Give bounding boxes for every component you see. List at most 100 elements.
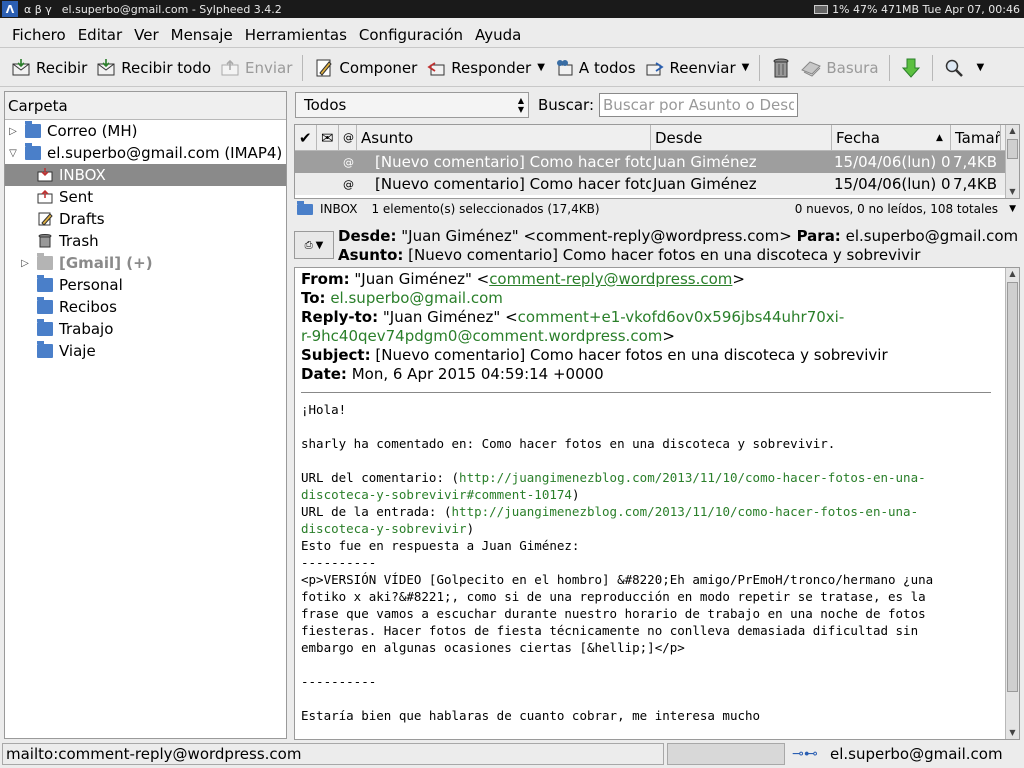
folder-icon <box>37 253 53 270</box>
folder-tree: Carpeta ▷ Correo (MH) ▽ el.superbo@gmail… <box>4 91 287 739</box>
app-logo-icon[interactable]: Λ <box>2 1 18 17</box>
scroll-up-icon[interactable]: ▲ <box>1006 125 1019 137</box>
menu-ayuda[interactable]: Ayuda <box>469 26 527 44</box>
folder-gmail-labels[interactable]: ▷ [Gmail] (+) <box>5 252 286 274</box>
column-mark[interactable]: ✔ <box>295 125 317 150</box>
envelope-icon: ✉ <box>321 128 334 147</box>
attachment-menu-button[interactable]: ⎙ ▼ <box>294 231 334 259</box>
scroll-up-icon[interactable]: ▲ <box>1006 268 1019 280</box>
system-status: 1% 47% 471MB Tue Apr 07, 00:46 <box>832 2 1020 16</box>
scroll-down-icon[interactable]: ▼ <box>1006 727 1019 739</box>
commented-line: sharly ha comentado en: Como hacer fotos… <box>301 436 836 451</box>
selection-info: 1 elemento(s) seleccionados (17,4KB) <box>371 202 600 216</box>
folder-gmail-account[interactable]: ▽ el.superbo@gmail.com (IMAP4) <box>5 142 286 164</box>
url-entry-link[interactable]: http://juangimenezblog.com/2013/11/10/co… <box>452 504 919 519</box>
dash-separator: ---------- <box>301 674 377 689</box>
trash-can-icon <box>770 57 792 79</box>
menu-editar[interactable]: Editar <box>72 26 128 44</box>
menu-mensaje[interactable]: Mensaje <box>165 26 239 44</box>
message-row[interactable]: @ [Nuevo comentario] Como hacer fotos en… <box>295 173 1019 195</box>
date-value: Mon, 6 Apr 2015 04:59:14 +0000 <box>351 365 604 383</box>
search-button[interactable]: ▼ <box>939 52 989 84</box>
to-value[interactable]: el.superbo@gmail.com <box>330 289 503 307</box>
folder-label: Recibos <box>59 298 117 316</box>
folder-label: INBOX <box>59 166 106 184</box>
receive-all-button[interactable]: Recibir todo <box>91 52 215 84</box>
chevron-down-icon[interactable]: ▼ <box>1009 204 1016 214</box>
folder-icon <box>25 143 41 160</box>
compose-button[interactable]: Componer <box>309 52 421 84</box>
scroll-down-icon[interactable]: ▼ <box>1006 186 1019 198</box>
toolbar: Recibir Recibir todo Enviar Componer Res… <box>0 49 1024 87</box>
quote-line: <p>VERSIÓN VÍDEO [Golpecito en el hombro… <box>301 572 934 587</box>
folder-personal[interactable]: Personal <box>5 274 286 296</box>
message-list-scrollbar[interactable]: ▲ ▼ <box>1005 125 1019 198</box>
folder-drafts[interactable]: Drafts <box>5 208 286 230</box>
receive-button[interactable]: Recibir <box>6 52 91 84</box>
next-unread-button[interactable] <box>896 52 926 84</box>
message-date: 15/04/06(lun) 0 <box>834 153 951 171</box>
summary-from-value: "Juan Giménez" <comment-reply@wordpress.… <box>401 227 792 245</box>
progress-area <box>667 743 785 765</box>
url-comment-link[interactable]: http://juangimenezblog.com/2013/11/10/co… <box>459 470 926 485</box>
forward-button[interactable]: Reenviar ▼ <box>640 52 754 84</box>
folder-trash[interactable]: Trash <box>5 230 286 252</box>
search-dropdown-icon[interactable]: ▼ <box>977 62 985 73</box>
menu-ver[interactable]: Ver <box>128 26 165 44</box>
menu-herramientas[interactable]: Herramientas <box>239 26 353 44</box>
down-arrow-icon <box>900 57 922 79</box>
replyto-email-cont[interactable]: r-9hc40qev74pdgm0@comment.wordpress.com <box>301 327 662 345</box>
search-input[interactable] <box>599 93 799 117</box>
message-list-header: ✔ ✉ @ Asunto Desde Fecha ▲ Tamaño <box>295 125 1019 151</box>
column-status[interactable]: ✉ <box>317 125 339 150</box>
collapse-arrow-icon[interactable]: ▽ <box>7 148 19 159</box>
message-list: ✔ ✉ @ Asunto Desde Fecha ▲ Tamaño @ [Nue… <box>294 124 1020 199</box>
scrollbar-thumb[interactable] <box>1007 139 1018 159</box>
column-date[interactable]: Fecha ▲ <box>832 125 951 150</box>
folder-column-header[interactable]: Carpeta <box>5 92 286 120</box>
column-size[interactable]: Tamaño <box>951 125 1001 150</box>
junk-button[interactable]: Basura <box>796 52 882 84</box>
column-from[interactable]: Desde <box>651 125 832 150</box>
folder-label: Trash <box>59 232 99 250</box>
online-plug-icon[interactable]: ⊸⊷ <box>792 746 818 762</box>
search-label: Buscar: <box>538 96 595 114</box>
forward-dropdown-icon[interactable]: ▼ <box>742 62 750 73</box>
filter-select[interactable]: Todos ▲ ▼ <box>295 92 529 118</box>
reply-all-button[interactable]: A todos <box>549 52 640 84</box>
reply-dropdown-icon[interactable]: ▼ <box>537 62 545 73</box>
column-subject[interactable]: Asunto <box>357 125 651 150</box>
from-name: "Juan Giménez" < <box>354 270 490 288</box>
menu-configuracion[interactable]: Configuración <box>353 26 469 44</box>
url-comment-label: URL del comentario: ( <box>301 470 460 485</box>
drafts-icon <box>37 212 53 226</box>
from-email-link[interactable]: comment-reply@wordpress.com <box>489 270 732 288</box>
folder-label: Personal <box>59 276 123 294</box>
spin-arrows-icon: ▲ ▼ <box>517 96 524 114</box>
column-attachment[interactable]: @ <box>339 125 357 150</box>
folder-icon <box>37 319 53 336</box>
forward-icon <box>644 57 666 79</box>
folder-recibos[interactable]: Recibos <box>5 296 286 318</box>
url-comment-link-cont[interactable]: discoteca-y-sobrevivir#comment-10174 <box>301 487 572 502</box>
scrollbar-thumb[interactable] <box>1007 282 1018 692</box>
send-button[interactable]: Enviar <box>215 52 296 84</box>
folder-sent[interactable]: Sent <box>5 186 286 208</box>
workspace-indicators[interactable]: α β γ <box>24 3 52 16</box>
folder-trabajo[interactable]: Trabajo <box>5 318 286 340</box>
url-entry-link-cont[interactable]: discoteca-y-sobrevivir <box>301 521 467 536</box>
message-row[interactable]: @ [Nuevo comentario] Como hacer fotos en… <box>295 151 1019 173</box>
folder-inbox[interactable]: INBOX <box>5 164 286 186</box>
folder-viaje[interactable]: Viaje <box>5 340 286 362</box>
reply-button[interactable]: Responder ▼ <box>421 52 549 84</box>
folder-correo-mh[interactable]: ▷ Correo (MH) <box>5 120 286 142</box>
replyto-email[interactable]: comment+e1-vkofd6ov0x596jbs44uhr70xi- <box>518 308 845 326</box>
menu-fichero[interactable]: Fichero <box>0 26 72 44</box>
system-title-bar: Λ α β γ el.superbo@gmail.com - Sylpheed … <box>0 0 1024 18</box>
quote-line: fiesteras. Hacer fotos de fiesta técnica… <box>301 623 919 638</box>
expand-arrow-icon[interactable]: ▷ <box>19 258 31 269</box>
attachment-icon: ⎙ <box>304 239 313 251</box>
delete-button[interactable] <box>766 52 796 84</box>
message-view-scrollbar[interactable]: ▲ ▼ <box>1005 268 1019 739</box>
expand-arrow-icon[interactable]: ▷ <box>7 126 19 137</box>
